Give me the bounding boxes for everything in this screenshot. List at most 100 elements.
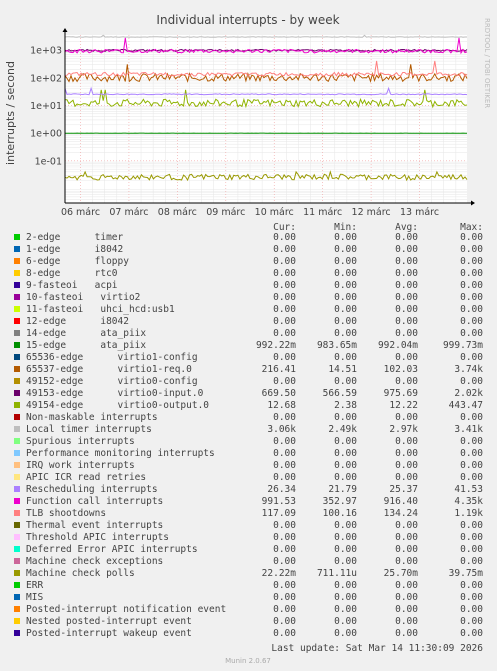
legend-value-min: 983.65m <box>317 340 357 351</box>
legend-swatch <box>14 438 20 444</box>
legend-value-cur: 0.00 <box>273 304 296 315</box>
legend-value-min: 352.97 <box>323 496 357 507</box>
legend-value-avg: 0.00 <box>395 256 418 267</box>
legend-value-avg: 975.69 <box>384 388 419 399</box>
legend-value-max: 0.00 <box>460 268 483 279</box>
legend-label: APIC ICR read retries <box>26 472 146 483</box>
legend-value-avg: 2.97k <box>389 424 418 435</box>
legend-value-cur: 669.50 <box>262 388 297 399</box>
legend-value-max: 0.00 <box>460 436 483 447</box>
legend-value-min: 0.00 <box>334 616 357 627</box>
legend-value-avg: 0.00 <box>395 376 418 387</box>
interrupts-chart: Individual interrupts - by week interrup… <box>0 0 497 671</box>
legend-value-cur: 22.22m <box>262 568 297 579</box>
legend-value-min: 0.00 <box>334 292 357 303</box>
legend-swatch <box>14 558 20 564</box>
legend-swatch <box>14 522 20 528</box>
legend-value-max: 999.73m <box>443 340 483 351</box>
legend-label: TLB shootdowns <box>26 508 106 519</box>
legend-value-min: 0.00 <box>334 232 357 243</box>
legend-value-min: 566.59 <box>323 388 358 399</box>
legend-value-max: 0.00 <box>460 352 483 363</box>
legend-value-avg: 25.37 <box>389 484 418 495</box>
legend-swatch <box>14 426 20 432</box>
legend-value-avg: 0.00 <box>395 460 418 471</box>
legend-swatch <box>14 546 20 552</box>
legend-value-avg: 134.24 <box>384 508 419 519</box>
legend-value-max: 0.00 <box>460 232 483 243</box>
legend-value-max: 3.41k <box>454 424 483 435</box>
legend-label: Threshold APIC interrupts <box>26 532 169 543</box>
legend-label: Deferred Error APIC interrupts <box>26 544 198 555</box>
legend-swatch <box>14 246 20 252</box>
legend-value-min: 0.00 <box>334 556 357 567</box>
legend-label: Local timer interrupts <box>26 424 152 435</box>
legend-value-cur: 0.00 <box>273 532 296 543</box>
x-tick-label: 10 márc <box>255 207 294 218</box>
legend-value-min: 0.00 <box>334 280 357 291</box>
legend-value-avg: 0.00 <box>395 556 418 567</box>
legend-value-min: 0.00 <box>334 256 357 267</box>
legend-value-cur: 0.00 <box>273 472 296 483</box>
legend-value-max: 0.00 <box>460 448 483 459</box>
legend-label: Non-maskable interrupts <box>26 412 158 423</box>
legend-value-max: 0.00 <box>460 616 483 627</box>
legend-swatch <box>14 282 20 288</box>
legend-label: 12-edge i8042 <box>26 316 129 327</box>
legend-value-cur: 0.00 <box>273 604 296 615</box>
legend-label: 1-edge i8042 <box>26 244 123 255</box>
legend-label: Performance monitoring interrupts <box>26 448 215 459</box>
legend-label: 6-edge floppy <box>26 256 129 267</box>
legend-value-avg: 0.00 <box>395 448 418 459</box>
legend-value-min: 0.00 <box>334 412 357 423</box>
legend-value-cur: 26.34 <box>267 484 296 495</box>
legend-label: 8-edge rtc0 <box>26 268 118 279</box>
legend-value-min: 14.51 <box>328 364 357 375</box>
y-axis-label: interrupts / second <box>4 61 17 165</box>
legend-value-avg: 12.22 <box>389 400 418 411</box>
legend-value-min: 100.16 <box>323 508 358 519</box>
legend-value-min: 0.00 <box>334 352 357 363</box>
legend-value-max: 3.74k <box>454 364 483 375</box>
legend-value-cur: 0.00 <box>273 268 296 279</box>
legend-value-max: 41.53 <box>454 484 483 495</box>
plot-area <box>65 35 467 203</box>
legend-value-avg: 0.00 <box>395 592 418 603</box>
legend-swatch <box>14 354 20 360</box>
legend-value-max: 0.00 <box>460 472 483 483</box>
legend-value-cur: 0.00 <box>273 244 296 255</box>
x-tick-label: 07 márc <box>109 207 148 218</box>
legend-swatch <box>14 258 20 264</box>
legend-swatch <box>14 534 20 540</box>
munin-version: Munin 2.0.67 <box>225 657 271 665</box>
legend-label: 65536-edge virtio1-config <box>26 352 198 363</box>
legend-value-avg: 0.00 <box>395 352 418 363</box>
legend-value-avg: 0.00 <box>395 628 418 639</box>
legend-swatch <box>14 342 20 348</box>
legend-value-cur: 0.00 <box>273 592 296 603</box>
legend-value-min: 0.00 <box>334 520 357 531</box>
legend-value-avg: 0.00 <box>395 604 418 615</box>
legend-value-cur: 0.00 <box>273 256 296 267</box>
legend-value-avg: 0.00 <box>395 580 418 591</box>
legend-value-cur: 0.00 <box>273 376 296 387</box>
legend-value-min: 0.00 <box>334 580 357 591</box>
legend-value-min: 2.49k <box>328 424 357 435</box>
legend-value-min: 0.00 <box>334 544 357 555</box>
legend-value-cur: 0.00 <box>273 412 296 423</box>
legend-value-cur: 0.00 <box>273 328 296 339</box>
legend-value-max: 0.00 <box>460 580 483 591</box>
x-tick-label: 12 márc <box>352 207 391 218</box>
x-tick-label: 11 márc <box>303 207 342 218</box>
legend-label: 14-edge ata_piix <box>26 328 146 339</box>
legend-label: Function call interrupts <box>26 496 163 507</box>
legend-label: Posted-interrupt notification event <box>26 604 226 615</box>
legend-value-cur: 0.00 <box>273 520 296 531</box>
legend-label: Machine check exceptions <box>26 556 163 567</box>
legend-swatch <box>14 630 20 636</box>
legend-value-min: 0.00 <box>334 592 357 603</box>
y-tick-label: 1e+02 <box>30 73 62 84</box>
x-tick-label: 09 márc <box>206 207 245 218</box>
legend-label: 49154-edge virtio0-output.0 <box>26 400 209 411</box>
legend-swatch <box>14 414 20 420</box>
